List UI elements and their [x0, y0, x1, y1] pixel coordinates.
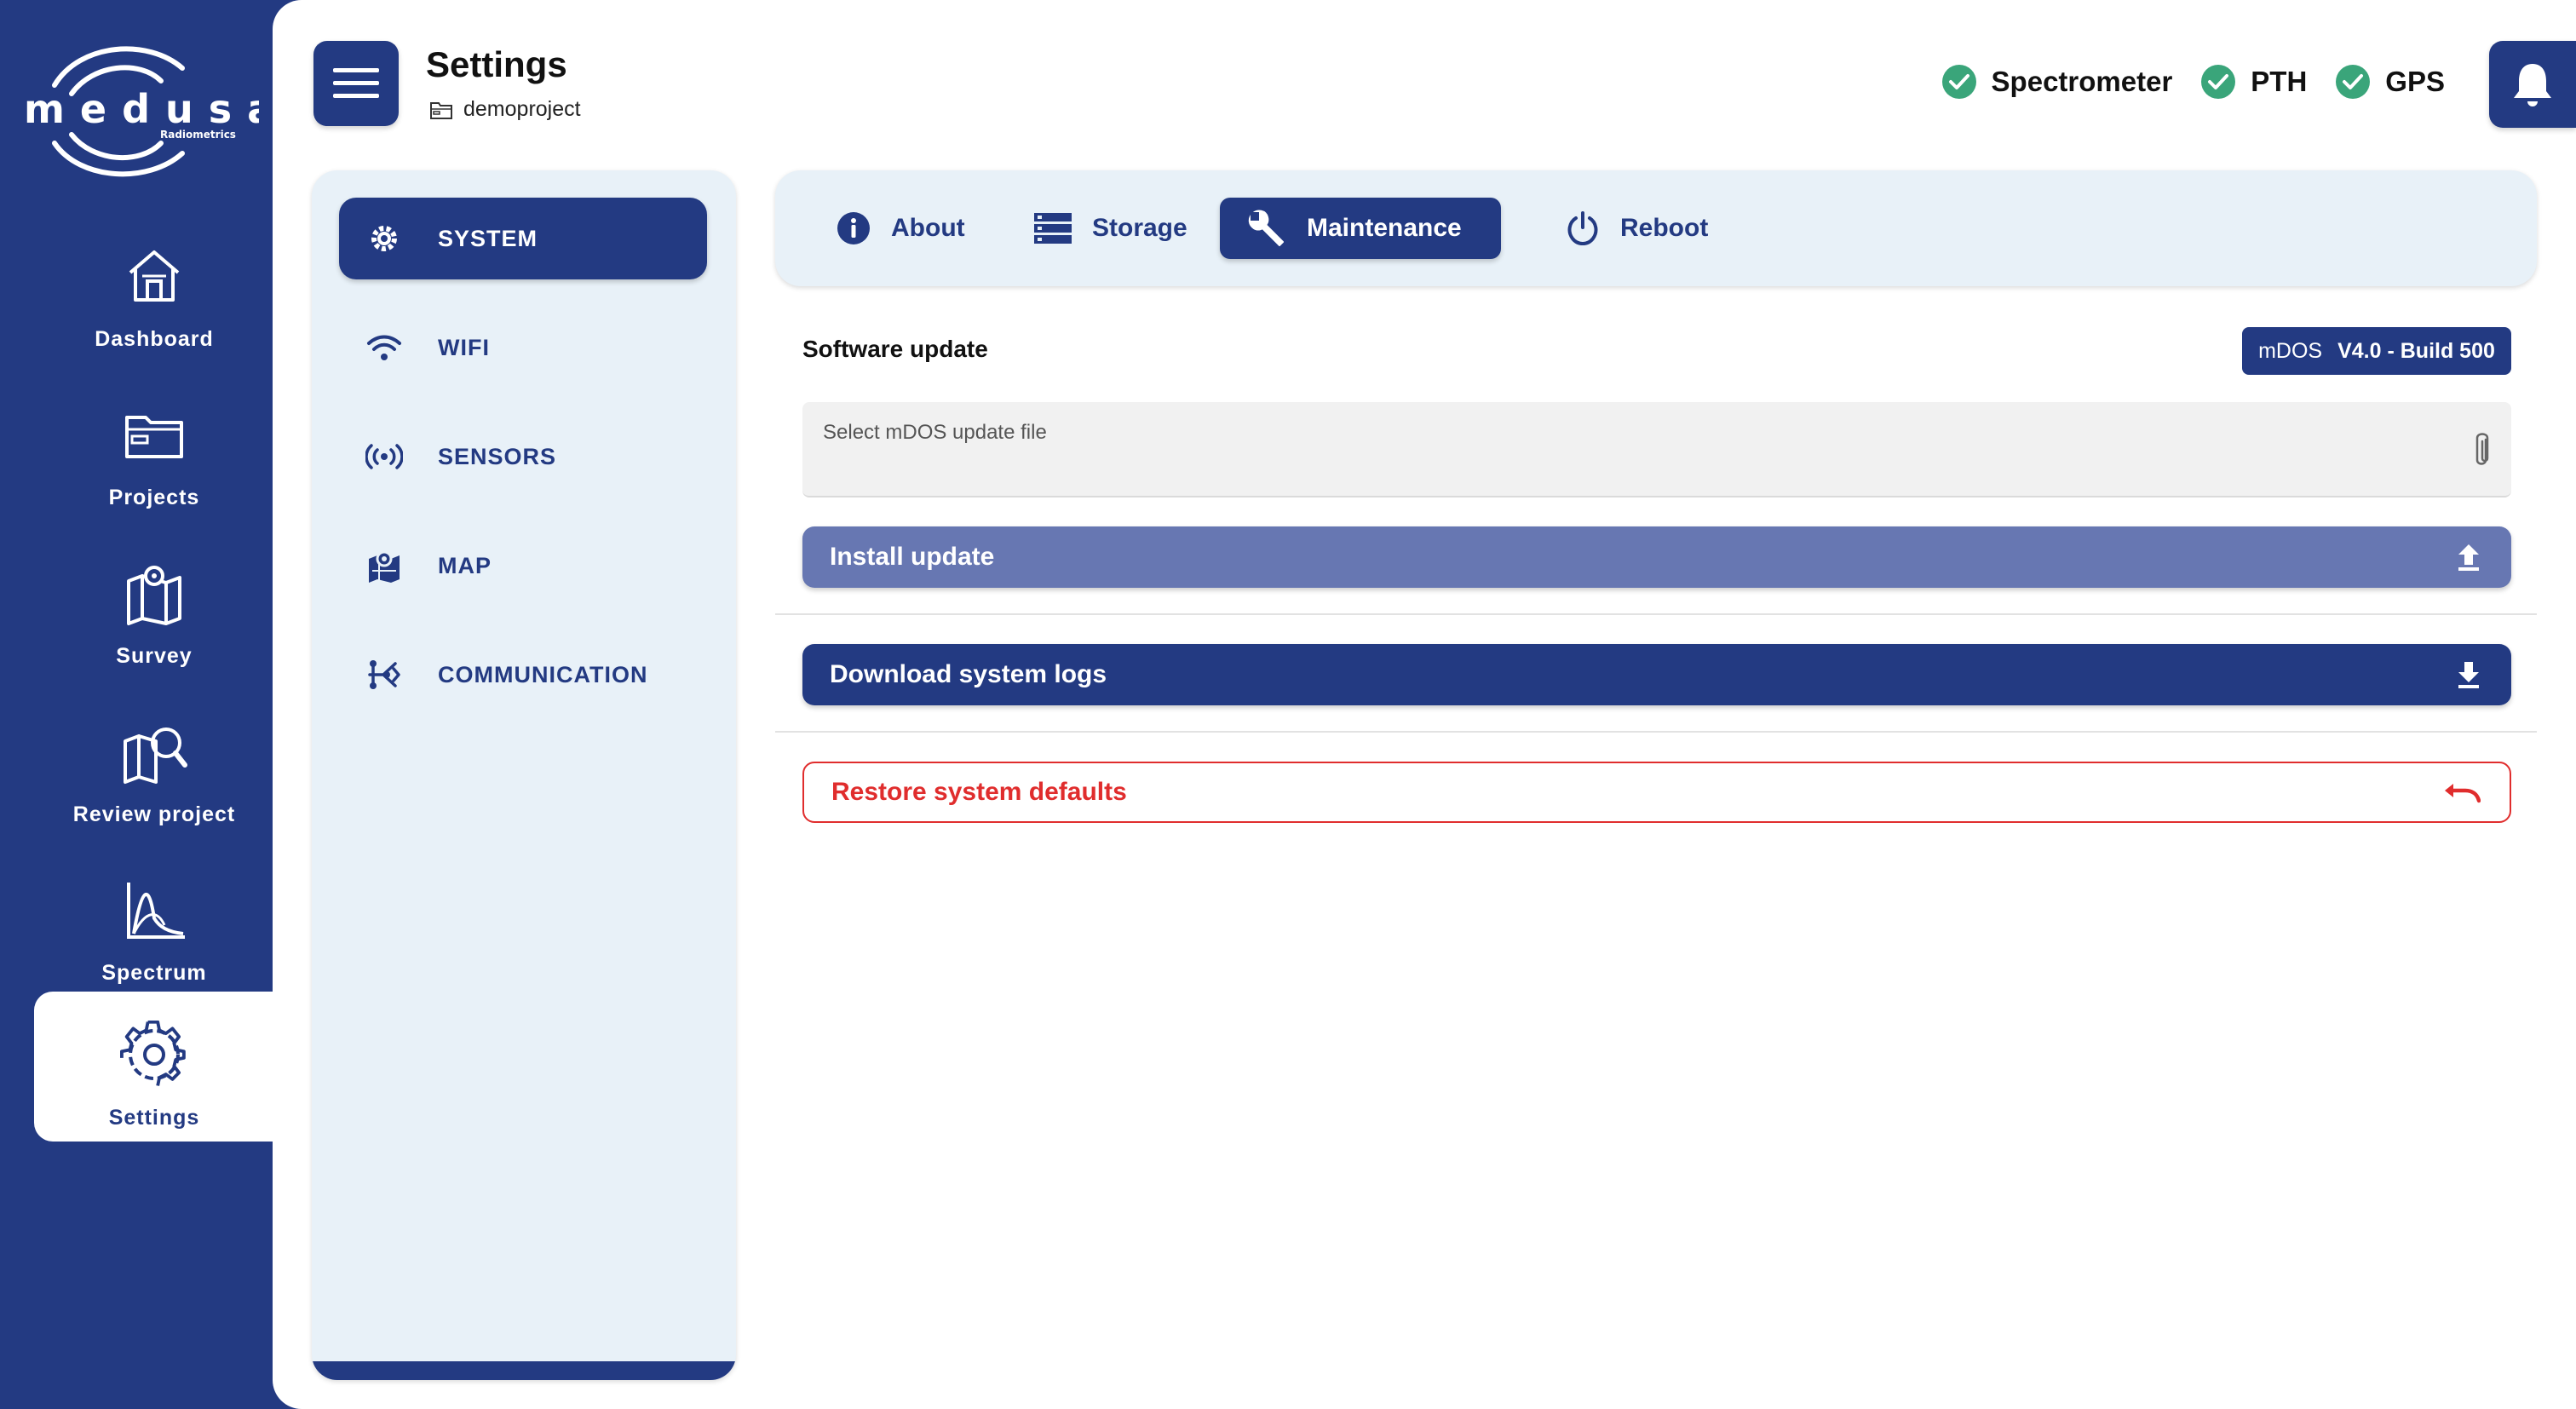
- hamburger-icon: [333, 68, 379, 98]
- nav-label: Projects: [108, 486, 200, 509]
- tab-about[interactable]: About: [809, 198, 992, 259]
- restore-defaults-button[interactable]: Restore system defaults: [802, 762, 2511, 823]
- paperclip-icon[interactable]: [2470, 431, 2493, 470]
- page-title: Settings: [426, 44, 567, 84]
- medusa-logo: medusa Radiometrics: [20, 34, 273, 187]
- nav-review-project[interactable]: Review project: [34, 688, 274, 838]
- tab-label: Maintenance: [1307, 214, 1462, 242]
- status-spectrometer: Spectrometer: [1941, 65, 2173, 99]
- category-wifi[interactable]: WIFI: [339, 307, 707, 388]
- status-pth: PTH: [2201, 65, 2307, 99]
- logo-waves-icon: medusa Radiometrics: [24, 46, 273, 177]
- svg-text:medusa: medusa: [24, 86, 259, 132]
- update-file-input[interactable]: Select mDOS update file: [802, 402, 2511, 497]
- download-icon: [2458, 662, 2479, 688]
- nav-projects[interactable]: Projects: [34, 371, 274, 521]
- device-status-bar: Spectrometer PTH GPS: [1941, 65, 2445, 99]
- share-icon: [365, 655, 404, 694]
- category-communication[interactable]: COMMUNICATION: [339, 634, 707, 716]
- settings-category-panel: SYSTEM WIFI SENSORS MAP COMMUNICATION: [312, 170, 736, 1380]
- category-map[interactable]: MAP: [339, 525, 707, 607]
- map-search-icon: [124, 728, 187, 784]
- install-update-label: Install update: [830, 543, 995, 571]
- version-prefix: mDOS: [2258, 338, 2323, 363]
- info-icon: [837, 212, 870, 244]
- power-icon: [1567, 211, 1598, 245]
- status-label: PTH: [2251, 66, 2308, 97]
- home-icon: [129, 250, 180, 302]
- gear-icon: [365, 219, 404, 258]
- menu-button[interactable]: [313, 41, 399, 126]
- nav-label: Survey: [116, 644, 193, 668]
- tab-storage[interactable]: Storage: [1007, 198, 1215, 259]
- nav-label: Spectrum: [101, 961, 207, 985]
- nav-survey[interactable]: Survey: [34, 530, 274, 680]
- svg-text:Radiometrics: Radiometrics: [160, 129, 236, 141]
- nav-label: Review project: [72, 802, 236, 826]
- category-label: COMMUNICATION: [438, 661, 648, 687]
- panel-bottom-bar: [312, 1361, 736, 1380]
- divider: [775, 613, 2537, 615]
- restore-defaults-label: Restore system defaults: [831, 778, 1127, 806]
- undo-icon: [2445, 784, 2481, 803]
- folder-icon: [430, 101, 452, 119]
- folder-icon: [125, 416, 183, 458]
- version-value: V4.0 - Build 500: [2337, 338, 2495, 363]
- section-title: Software update: [802, 336, 988, 362]
- notifications-button[interactable]: [2489, 41, 2576, 128]
- tab-label: Reboot: [1620, 214, 1709, 242]
- storage-icon: [1034, 213, 1072, 244]
- broadcast-icon: [365, 437, 404, 476]
- check-circle-icon: [1941, 65, 1976, 99]
- category-label: SENSORS: [438, 443, 557, 469]
- tab-label: About: [891, 214, 965, 242]
- check-circle-icon: [2336, 65, 2371, 99]
- category-system[interactable]: SYSTEM: [339, 198, 707, 279]
- survey-map-icon: [127, 566, 181, 625]
- main-area: Settings demoproject Spectrometer PTH GP…: [273, 0, 2576, 1409]
- project-name: demoproject: [463, 97, 581, 121]
- tab-label: Storage: [1092, 214, 1187, 242]
- status-gps: GPS: [2336, 65, 2445, 99]
- install-update-button[interactable]: Install update: [802, 526, 2511, 588]
- wifi-icon: [365, 328, 404, 367]
- current-project[interactable]: demoproject: [429, 97, 581, 122]
- nav-settings[interactable]: Settings: [34, 992, 274, 1142]
- bell-icon: [2514, 64, 2551, 106]
- category-label: MAP: [438, 552, 492, 578]
- spectrum-chart-icon: [127, 883, 185, 939]
- download-logs-label: Download system logs: [830, 660, 1107, 688]
- category-label: SYSTEM: [438, 225, 538, 251]
- tab-reboot[interactable]: Reboot: [1538, 198, 1735, 259]
- wrench-icon: [1248, 210, 1284, 246]
- status-label: GPS: [2385, 66, 2445, 97]
- download-logs-button[interactable]: Download system logs: [802, 644, 2511, 705]
- gear-icon: [120, 1021, 186, 1086]
- system-tab-bar: About Storage Maintenance Reboot: [775, 170, 2537, 286]
- version-badge: mDOS V4.0 - Build 500: [2242, 327, 2511, 375]
- nav-rail: medusa Radiometrics Dashboard Projects S…: [0, 0, 274, 1409]
- category-sensors[interactable]: SENSORS: [339, 416, 707, 497]
- tab-maintenance[interactable]: Maintenance: [1220, 198, 1501, 259]
- nav-dashboard[interactable]: Dashboard: [34, 213, 274, 363]
- check-circle-icon: [2201, 65, 2236, 99]
- update-file-placeholder: Select mDOS update file: [823, 421, 1047, 444]
- status-label: Spectrometer: [1991, 66, 2173, 97]
- nav-label: Settings: [108, 1106, 200, 1130]
- divider: [775, 731, 2537, 733]
- category-label: WIFI: [438, 334, 490, 360]
- upload-icon: [2458, 544, 2479, 571]
- map-icon: [365, 546, 404, 585]
- nav-label: Dashboard: [95, 327, 214, 351]
- nav-spectrum[interactable]: Spectrum: [34, 847, 274, 997]
